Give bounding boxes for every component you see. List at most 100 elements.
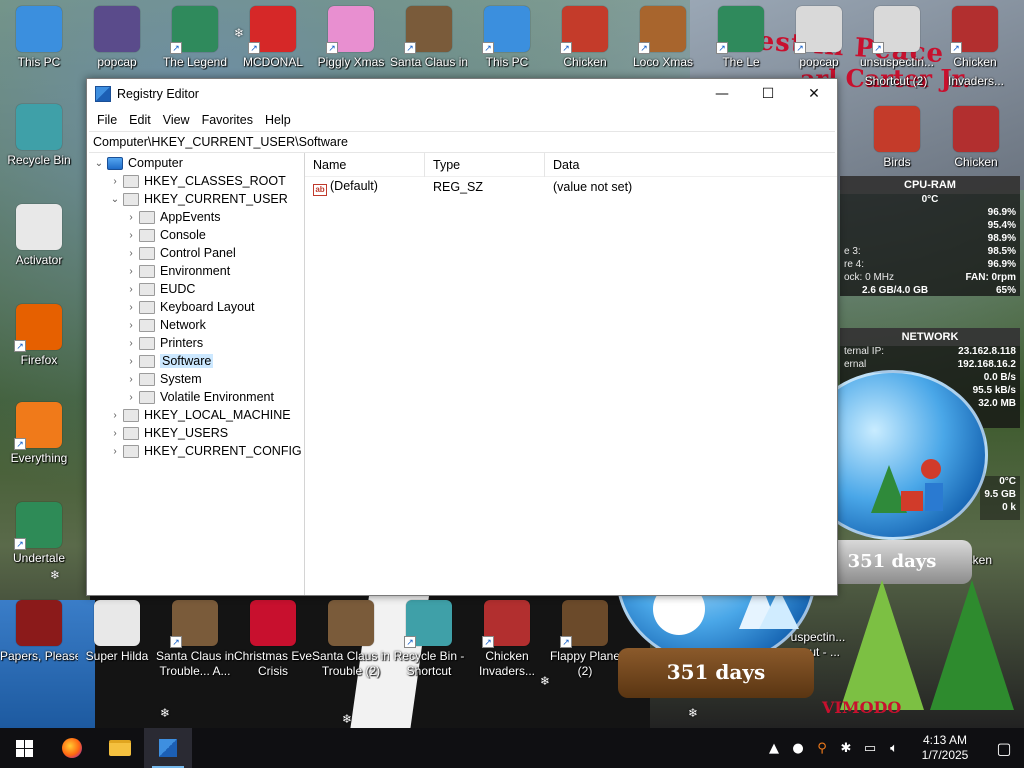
notifications-icon[interactable]: ▢ [984,739,1024,758]
water-drop-icon[interactable]: ● [786,741,810,756]
volume-icon[interactable]: 🔈︎ [882,741,906,756]
tree-node-hkey-users[interactable]: › HKEY_USERS [87,424,304,442]
expand-chevron-icon[interactable]: › [123,248,139,259]
expand-chevron-icon[interactable]: › [123,356,139,367]
desktop-icon-chicken-12[interactable]: ↗ Chicken [936,6,1014,70]
tree-node-control-panel[interactable]: › Control Panel [87,244,304,262]
desktop-icon-everything[interactable]: ↗ Everything [0,402,78,466]
unsuspectin-11-icon: ↗ [872,6,920,54]
snowflake-tray-icon[interactable]: ✱ [834,741,858,756]
desktop-icon-recycle-bin-4[interactable]: ↗ Recycle Bin - Shortcut [390,600,468,679]
tree-node-network[interactable]: › Network [87,316,304,334]
desktop-icon-santa-claus-in-1[interactable]: ↗ Santa Claus in Trouble... A... [156,600,234,679]
tree-node-hkey-local-machine[interactable]: › HKEY_LOCAL_MACHINE [87,406,304,424]
desktop-icon-birds[interactable]: Birds [862,106,932,170]
menu-favorites[interactable]: Favorites [196,113,259,127]
the-le-9-icon: ↗ [716,6,764,54]
expand-chevron-icon[interactable]: › [123,374,139,385]
desktop-icon-christmas-eve-2[interactable]: Christmas Eve Crisis [234,600,312,679]
firefox-icon: ↗ [14,304,62,352]
desktop-icon-unsuspectin-11[interactable]: ↗ unsuspectin... [858,6,936,70]
collapse-chevron-icon[interactable]: ⌄ [91,158,107,169]
expand-chevron-icon[interactable]: › [123,212,139,223]
column-name[interactable]: Name [305,153,425,177]
desktop-icon-recycle-bin[interactable]: Recycle Bin [0,104,78,168]
taskbar-registry-editor[interactable] [144,728,192,768]
maximize-button[interactable]: ☐ [745,79,791,109]
search-everything-icon[interactable]: ⚲ [810,741,834,756]
address-path[interactable]: Computer\HKEY_CURRENT_USER\Software [93,135,348,149]
taskbar-firefox[interactable] [48,728,96,768]
expand-chevron-icon[interactable]: › [123,230,139,241]
expand-chevron-icon[interactable]: › [123,284,139,295]
column-data[interactable]: Data [545,153,705,177]
expand-chevron-icon[interactable]: › [123,338,139,349]
menu-view[interactable]: View [157,113,196,127]
clock[interactable]: 4:13 AM 1/7/2025 [906,733,984,763]
expand-chevron-icon[interactable]: › [123,320,139,331]
minimize-button[interactable]: — [699,79,745,109]
column-type[interactable]: Type [425,153,545,177]
tree-node-eudc[interactable]: › EUDC [87,280,304,298]
desktop-icon-santa-claus-in-5[interactable]: ↗ Santa Claus in [390,6,468,70]
network-icon[interactable]: ▭ [858,741,882,756]
desktop-icon-loco-xmas-8[interactable]: ↗ Loco Xmas [624,6,702,70]
folder-icon [139,372,155,386]
desktop-icon-label: Piggly Xmas [317,55,385,69]
desktop-icon-mcdonal-3[interactable]: ↗ MCDONAL [234,6,312,70]
menu-edit[interactable]: Edit [123,113,157,127]
tree-node-hkey-current-config[interactable]: › HKEY_CURRENT_CONFIG [87,442,304,460]
desktop-icon-chicken-5[interactable]: ↗ Chicken Invaders... [468,600,546,679]
address-bar[interactable]: Computer\HKEY_CURRENT_USER\Software [89,131,835,153]
desktop-icon-this-pc-0[interactable]: This PC [0,6,78,70]
menu-file[interactable]: File [91,113,123,127]
the-legend-2-icon: ↗ [170,6,218,54]
value-row[interactable]: ab (Default) REG_SZ (value not set) [305,177,837,197]
tree-node-software[interactable]: › Software [87,352,304,370]
tree-node-console[interactable]: › Console [87,226,304,244]
taskbar-file-explorer[interactable] [96,728,144,768]
key-tree-pane[interactable]: ⌄ Computer › HKEY_CLASSES_ROOT ⌄ HKEY_CURRENT… [87,153,305,595]
expand-chevron-icon[interactable]: › [123,266,139,277]
expand-chevron-icon[interactable]: › [107,410,123,421]
desktop-icon-this-pc-6[interactable]: ↗ This PC [468,6,546,70]
expand-chevron-icon[interactable]: › [107,428,123,439]
expand-chevron-icon[interactable]: › [123,392,139,403]
desktop-icon-flappy-plane-6[interactable]: ↗ Flappy Plane (2) [546,600,624,679]
values-pane[interactable]: Name Type Data ab (Default) REG_SZ (value… [305,153,837,595]
tree-node-volatile-environment[interactable]: › Volatile Environment [87,388,304,406]
desktop-icon-chicken-2[interactable]: Chicken [936,106,1016,170]
desktop-icon-papers-please[interactable]: Papers, Please [0,600,78,664]
tree-node-environment[interactable]: › Environment [87,262,304,280]
system-tray: ▲ ● ⚲ ✱ ▭ 🔈︎ 4:13 AM 1/7/2025 ▢ [762,728,1024,768]
desktop-icon-popcap-10[interactable]: ↗ popcap [780,6,858,70]
tree-node-system[interactable]: › System [87,370,304,388]
desktop-icon-firefox[interactable]: ↗ Firefox [0,304,78,368]
desktop-icon-label: unsuspectin... [859,55,935,69]
tree-node-appevents[interactable]: › AppEvents [87,208,304,226]
collapse-chevron-icon[interactable]: ⌄ [107,194,123,205]
desktop-icon-the-legend-2[interactable]: ↗ The Legend [156,6,234,70]
tree-node-hkey-current-user[interactable]: ⌄ HKEY_CURRENT_USER [87,190,304,208]
expand-chevron-icon[interactable]: › [107,446,123,457]
desktop-icon-super-hilda-0[interactable]: Super Hilda [78,600,156,664]
menu-help[interactable]: Help [259,113,297,127]
desktop-icon-the-le-9[interactable]: ↗ The Le [702,6,780,70]
desktop-icon-popcap-1[interactable]: popcap [78,6,156,70]
tree-node-hkey-classes-root[interactable]: › HKEY_CLASSES_ROOT [87,172,304,190]
tree-node-keyboard-layout[interactable]: › Keyboard Layout [87,298,304,316]
registry-editor-window[interactable]: Registry Editor — ☐ ✕ File Edit View Fav… [86,78,838,596]
desktop-icon-piggly-xmas-4[interactable]: ↗ Piggly Xmas [312,6,390,70]
expand-chevron-icon[interactable]: › [107,176,123,187]
app-tray-icon[interactable]: ▲ [762,741,786,756]
tree-node-computer[interactable]: ⌄ Computer [87,154,304,172]
desktop-icon-chicken-7[interactable]: ↗ Chicken [546,6,624,70]
close-button[interactable]: ✕ [791,79,837,109]
tree-node-printers[interactable]: › Printers [87,334,304,352]
title-bar[interactable]: Registry Editor — ☐ ✕ [87,79,837,109]
desktop-icon-activator[interactable]: Activator [0,204,78,268]
start-button[interactable] [0,728,48,768]
expand-chevron-icon[interactable]: › [123,302,139,313]
desktop-icon-santa-claus-in-3[interactable]: Santa Claus in Trouble (2) [312,600,390,679]
desktop-icon-undertale[interactable]: ↗ Undertale [0,502,78,566]
